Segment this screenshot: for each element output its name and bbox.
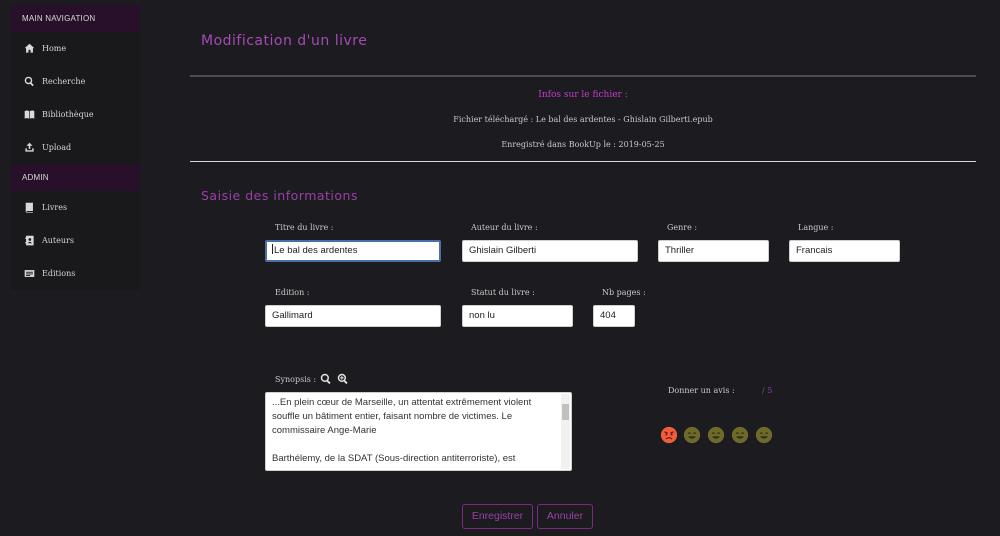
scrollbar-thumb[interactable]	[562, 404, 569, 420]
sidebar-item-bibliotheque[interactable]: Bibliothèque	[11, 98, 140, 131]
pages-label: Nb pages :	[602, 288, 646, 297]
divider	[190, 161, 976, 162]
title-label: Titre du livre :	[275, 223, 334, 232]
uploaded-file-text: Fichier téléchargé : Le bal des ardentes…	[453, 115, 713, 124]
language-label: Langue :	[798, 223, 834, 232]
search-icon[interactable]	[320, 373, 332, 385]
angry-face-icon[interactable]	[660, 426, 678, 444]
status-input[interactable]: non lu	[462, 305, 573, 327]
sidebar: MAIN NAVIGATION Home Recherche Bibliothè…	[11, 5, 140, 290]
sidebar-item-label: Recherche	[42, 77, 86, 86]
sidebar-item-label: Livres	[42, 203, 68, 212]
search-icon	[24, 76, 34, 87]
form-section-title: Saisie des informations	[201, 188, 358, 203]
text-cursor	[272, 244, 273, 254]
admin-header: ADMIN	[11, 164, 140, 191]
cancel-button[interactable]: Annuler	[537, 504, 593, 529]
author-input[interactable]: Ghislain Gilberti	[462, 240, 638, 262]
synopsis-label: Synopsis :	[275, 375, 317, 384]
book-icon	[25, 202, 33, 213]
sidebar-item-upload[interactable]: Upload	[11, 131, 140, 164]
synopsis-textarea[interactable]: ...En plein cœur de Marseille, un attent…	[265, 392, 572, 471]
rating-label: Donner un avis :	[668, 386, 735, 395]
upload-icon	[25, 142, 34, 152]
language-input[interactable]: Francais	[789, 240, 900, 262]
address-book-icon	[25, 235, 34, 246]
author-label: Auteur du livre :	[471, 223, 538, 232]
sidebar-item-recherche[interactable]: Recherche	[11, 65, 140, 98]
main-content: Modification d'un livre Infos sur le fic…	[160, 0, 1000, 536]
title-input-value: Le bal des ardentes	[274, 245, 358, 256]
zoom-in-icon[interactable]	[337, 373, 349, 385]
id-card-icon	[24, 270, 35, 277]
sidebar-item-label: Editions	[42, 269, 76, 278]
sidebar-item-livres[interactable]: Livres	[11, 191, 140, 224]
book-icon	[24, 110, 35, 119]
sidebar-item-label: Bibliothèque	[42, 110, 94, 119]
file-info-heading: Infos sur le fichier :	[538, 90, 628, 100]
pages-input[interactable]: 404	[593, 305, 635, 327]
sidebar-item-editions[interactable]: Editions	[11, 257, 140, 290]
edition-label: Edition :	[275, 288, 310, 297]
divider	[190, 75, 976, 77]
saved-date-text: Enregistré dans BookUp le : 2019-05-25	[501, 140, 665, 149]
scrollbar[interactable]	[561, 394, 570, 469]
page-title: Modification d'un livre	[201, 33, 368, 49]
status-label: Statut du livre :	[471, 288, 535, 297]
edition-input[interactable]: Gallimard	[265, 305, 441, 327]
sidebar-item-label: Home	[42, 44, 67, 53]
sidebar-item-auteurs[interactable]: Auteurs	[11, 224, 140, 257]
sidebar-item-label: Auteurs	[42, 236, 74, 245]
home-icon	[24, 43, 35, 53]
genre-input[interactable]: Thriller	[658, 240, 769, 262]
synopsis-text: ...En plein cœur de Marseille, un attent…	[272, 397, 532, 464]
rating-value: / 5	[762, 386, 773, 395]
main-navigation-header: MAIN NAVIGATION	[11, 5, 140, 32]
sidebar-item-label: Upload	[42, 143, 72, 152]
title-input[interactable]: Le bal des ardentes	[265, 240, 441, 262]
save-button[interactable]: Enregistrer	[462, 504, 533, 529]
smile-icon[interactable]	[755, 426, 773, 444]
smile-icon[interactable]	[683, 426, 701, 444]
smile-icon[interactable]	[707, 426, 725, 444]
sidebar-item-home[interactable]: Home	[11, 32, 140, 65]
genre-label: Genre :	[667, 223, 698, 232]
smile-icon[interactable]	[731, 426, 749, 444]
